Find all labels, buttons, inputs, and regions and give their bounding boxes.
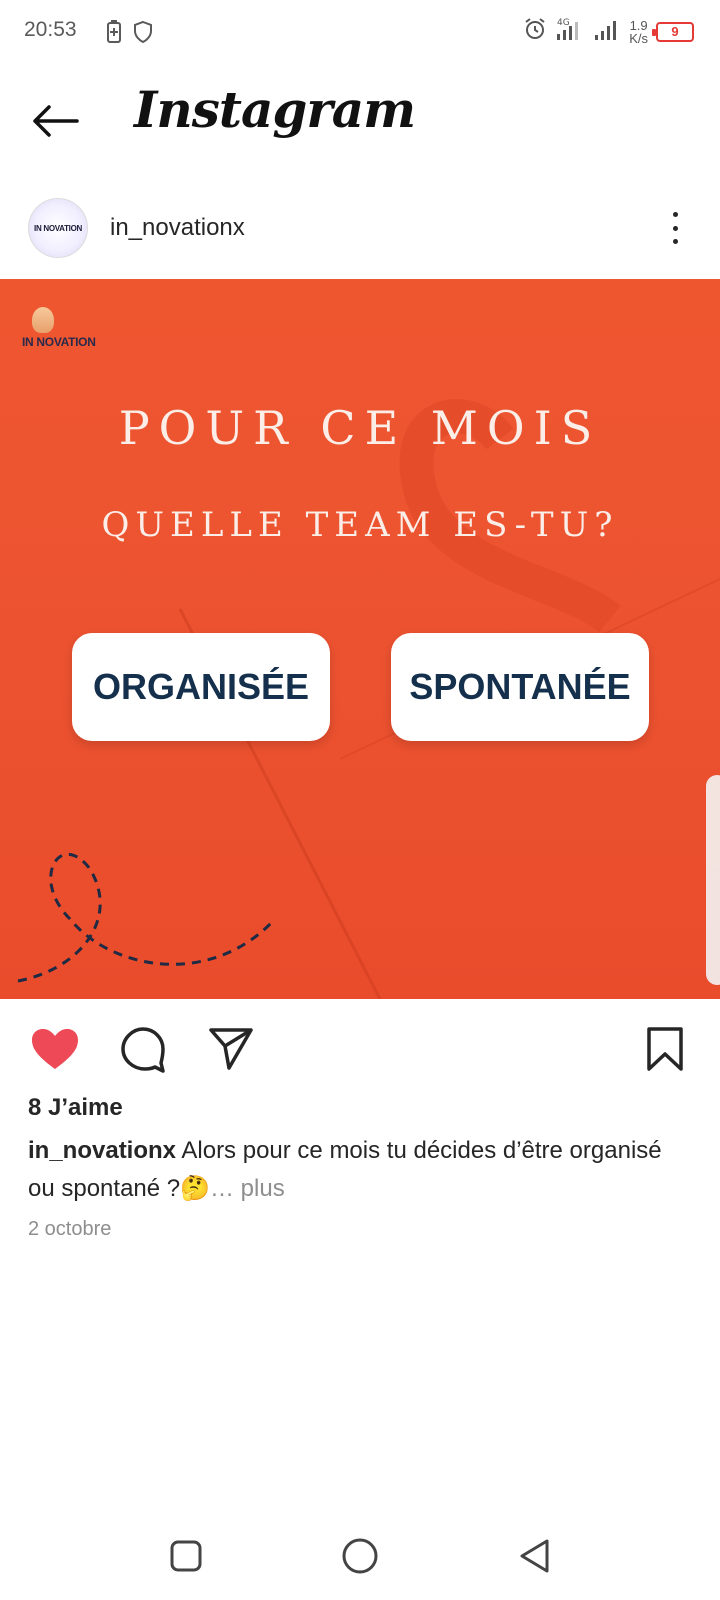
image-headline: POUR CE MOIS [118, 401, 602, 455]
arrow-left-icon [33, 105, 79, 137]
heart-filled-icon [32, 1029, 78, 1069]
square-icon [170, 1540, 202, 1572]
avatar[interactable]: IN NOVATION [28, 198, 88, 258]
network-speed: 1.9 K/s [629, 17, 648, 46]
option-spontanee: SPONTANÉE [391, 633, 649, 741]
svg-text:4G: 4G [557, 18, 570, 28]
comment-button[interactable] [118, 1024, 168, 1074]
alarm-icon [523, 17, 547, 46]
likes-count[interactable]: 8 J’aime [28, 1094, 123, 1122]
share-button[interactable] [206, 1024, 256, 1074]
triangle-back-icon [520, 1539, 549, 1573]
brand-logo: IN NOVATION [22, 307, 96, 349]
system-back-button[interactable] [512, 1534, 556, 1578]
more-options-button[interactable] [658, 208, 692, 248]
avatar-logo-text: IN NOVATION [34, 223, 82, 233]
recents-button[interactable] [164, 1534, 208, 1578]
circle-icon [342, 1538, 378, 1574]
post-header: IN NOVATION in_novationx [0, 186, 720, 266]
battery-saver-icon [106, 20, 122, 49]
caption-more-link[interactable]: … plus [210, 1175, 285, 1202]
bookmark-icon [647, 1027, 683, 1071]
app-header: Instagram [0, 66, 720, 176]
send-icon [209, 1028, 253, 1070]
option-organisee: ORGANISÉE [72, 633, 330, 741]
status-time: 20:53 [24, 18, 77, 41]
back-button[interactable] [30, 96, 80, 146]
more-dot-icon [672, 212, 678, 217]
post-actions [0, 1016, 720, 1078]
app-title: Instagram [134, 80, 416, 139]
post-caption: in_novationx Alors pour ce mois tu décid… [28, 1132, 688, 1208]
side-panel-handle[interactable] [706, 775, 720, 985]
shield-icon [132, 20, 154, 49]
comment-icon [121, 1027, 165, 1073]
lightbulb-icon [32, 307, 54, 333]
like-button[interactable] [30, 1024, 80, 1074]
home-button[interactable] [338, 1534, 382, 1578]
caption-username[interactable]: in_novationx [28, 1137, 176, 1164]
signal-icon [593, 17, 621, 46]
signal-4g-icon: 4G [555, 16, 585, 47]
status-bar: 20:53 4G 1.9 K/s 9 [0, 0, 720, 66]
save-button[interactable] [640, 1024, 690, 1074]
system-navbar [0, 1520, 720, 1600]
image-subheadline: QUELLE TEAM ES-TU? [101, 505, 619, 545]
post-date: 2 octobre [28, 1218, 112, 1240]
post-image[interactable]: IN NOVATION POUR CE MOIS QUELLE TEAM ES-… [0, 279, 720, 999]
battery-indicator: 9 [652, 21, 694, 42]
post-username[interactable]: in_novationx [110, 214, 245, 242]
